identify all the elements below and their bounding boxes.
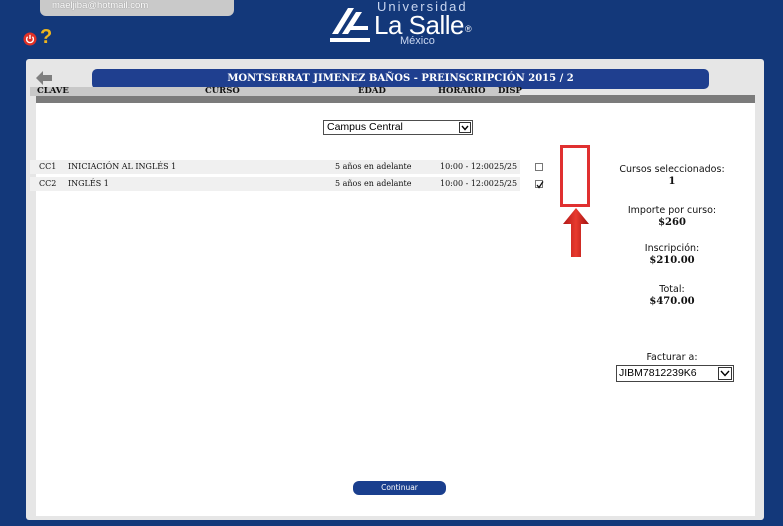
row-edad: 5 años en adelante	[335, 179, 412, 188]
table-row: CC2 INGLÉS 1 5 años en adelante 10:00 - …	[30, 177, 544, 191]
header-curso: CURSO	[205, 86, 240, 96]
total-label: Total:	[659, 284, 685, 295]
billing-select-value: JIBM7812239K6	[619, 367, 697, 379]
page-title: MONTSERRAT JIMENEZ BAÑOS - PREINSCRIPCIÓ…	[92, 69, 709, 89]
row-curso: INICIACIÓN AL INGLÉS 1	[68, 162, 177, 171]
campus-select[interactable]: Campus Central	[323, 120, 473, 135]
total-summary: Total: $470.00	[610, 284, 734, 308]
continue-button[interactable]: Continuar	[353, 481, 446, 495]
header-disp: DISP	[498, 86, 522, 96]
course-table-header: CLAVE CURSO EDAD HORARIO DISP	[30, 86, 522, 96]
chevron-down-icon[interactable]	[459, 122, 471, 133]
selected-courses-label: Cursos seleccionados:	[619, 164, 725, 175]
la-salle-logo: Universidad La Salle® México	[330, 0, 480, 47]
row-clave: CC1	[39, 162, 57, 171]
chevron-down-icon[interactable]	[718, 367, 732, 380]
inscription-value: $210.00	[649, 255, 695, 266]
highlight-box	[560, 145, 590, 207]
header-clave: CLAVE	[37, 86, 69, 96]
course-checkbox[interactable]	[535, 180, 544, 189]
table-row: CC1 INICIACIÓN AL INGLÉS 1 5 años en ade…	[30, 160, 543, 174]
billing-select[interactable]: JIBM7812239K6	[616, 365, 734, 382]
row-horario: 10:00 - 12:00	[440, 162, 494, 171]
campus-select-value: Campus Central	[327, 121, 403, 133]
panel-divider	[36, 95, 755, 103]
user-email-tab: maeljiba@hotmail.com	[40, 0, 234, 16]
row-clave: CC2	[39, 179, 57, 188]
checkmark-icon	[536, 181, 544, 189]
selected-courses-value: 1	[668, 176, 676, 187]
price-summary: Importe por curso: $260	[610, 205, 734, 229]
selected-courses-summary: Cursos seleccionados: 1	[610, 164, 734, 188]
row-horario: 10:00 - 12:00	[440, 179, 494, 188]
header-horario: HORARIO	[438, 86, 486, 96]
logo-registered-mark: ®	[464, 24, 472, 34]
row-disp: 25/25	[494, 179, 518, 188]
total-value: $470.00	[649, 296, 695, 307]
row-edad: 5 años en adelante	[335, 162, 412, 171]
price-label: Importe por curso:	[627, 205, 717, 216]
course-checkbox[interactable]	[535, 163, 543, 171]
price-value: $260	[658, 217, 686, 228]
billing-label: Facturar a:	[646, 352, 698, 363]
row-disp: 25/25	[494, 162, 518, 171]
logo-country-text: México	[400, 35, 435, 47]
row-curso: INGLÉS 1	[68, 179, 109, 188]
header-edad: EDAD	[358, 86, 386, 96]
logout-icon[interactable]	[23, 32, 37, 46]
back-arrow-icon[interactable]	[36, 71, 52, 85]
la-salle-emblem-icon	[330, 8, 370, 42]
help-icon[interactable]: ?	[40, 27, 52, 47]
inscription-summary: Inscripción: $210.00	[610, 243, 734, 267]
inscription-label: Inscripción:	[644, 243, 700, 254]
red-up-arrow-icon	[563, 208, 589, 257]
